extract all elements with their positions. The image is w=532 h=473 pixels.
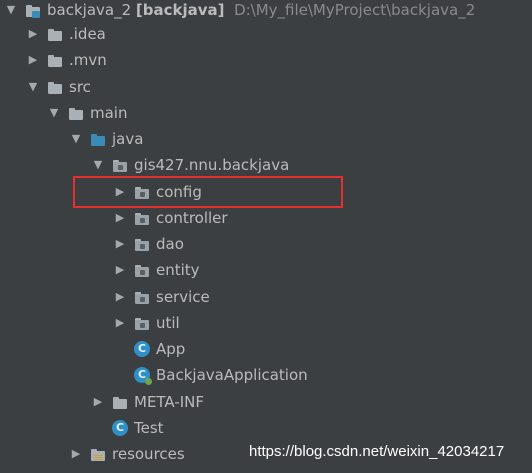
test-label: Test	[134, 419, 164, 437]
tree-node-resources[interactable]: ▶ resources	[68, 441, 185, 467]
package-icon	[134, 262, 150, 278]
meta-inf-label: META-INF	[134, 393, 205, 411]
tree-node-entity[interactable]: ▶ entity	[112, 257, 200, 283]
class-icon: C	[112, 420, 128, 436]
tree-node-dao[interactable]: ▶ dao	[112, 231, 184, 257]
tree-node-service[interactable]: ▶ service	[112, 284, 210, 310]
package-label: gis427.nnu.backjava	[134, 156, 290, 174]
tree-node-mvn[interactable]: ▶ .mvn	[25, 47, 107, 73]
expanded-arrow-icon[interactable]: ▼	[3, 2, 19, 18]
collapsed-arrow-icon[interactable]: ▶	[25, 52, 41, 68]
module-folder-icon	[25, 2, 41, 18]
tree-node-app[interactable]: C App	[112, 336, 185, 362]
collapsed-arrow-icon[interactable]: ▶	[112, 289, 128, 305]
project-tree-panel: ▼ backjava_2 [backjava] D:\My_file\MyPro…	[0, 0, 532, 473]
collapsed-arrow-icon[interactable]: ▶	[112, 262, 128, 278]
folder-icon	[47, 79, 63, 95]
app-label: App	[156, 340, 186, 358]
util-label: util	[156, 314, 180, 332]
idea-label: .idea	[69, 25, 106, 43]
collapsed-arrow-icon[interactable]: ▶	[25, 26, 41, 42]
tree-node-controller[interactable]: ▶ controller	[112, 205, 228, 231]
package-icon	[112, 157, 128, 173]
folder-icon	[47, 52, 63, 68]
mvn-label: .mvn	[69, 51, 107, 69]
watermark-text: https://blog.csdn.net/weixin_42034217	[249, 443, 505, 460]
resources-folder-icon	[90, 446, 106, 462]
src-label: src	[69, 78, 91, 96]
service-label: service	[156, 288, 210, 306]
tree-node-java[interactable]: ▼ java	[68, 126, 144, 152]
folder-icon	[112, 394, 128, 410]
class-icon: C	[134, 341, 150, 357]
collapsed-arrow-icon[interactable]: ▶	[112, 236, 128, 252]
tree-node-src[interactable]: ▼ src	[25, 74, 91, 100]
resources-label: resources	[112, 445, 185, 463]
tree-node-meta-inf[interactable]: ▶ META-INF	[90, 389, 204, 415]
package-icon	[134, 315, 150, 331]
tree-node-main[interactable]: ▼ main	[46, 100, 128, 126]
folder-icon	[47, 26, 63, 42]
folder-icon	[68, 105, 84, 121]
collapsed-arrow-icon[interactable]: ▶	[112, 210, 128, 226]
root-path: D:\My_file\MyProject\backjava_2	[234, 1, 476, 19]
package-icon	[134, 236, 150, 252]
java-label: java	[112, 130, 144, 148]
tree-node-util[interactable]: ▶ util	[112, 310, 180, 336]
entity-label: entity	[156, 261, 200, 279]
root-module: [backjava]	[135, 1, 225, 19]
tree-node-package[interactable]: ▼ gis427.nnu.backjava	[90, 152, 290, 178]
collapsed-arrow-icon[interactable]: ▶	[68, 446, 84, 462]
expanded-arrow-icon[interactable]: ▼	[90, 157, 106, 173]
root-name: backjava_2	[47, 1, 132, 19]
backjava-application-label: BackjavaApplication	[156, 366, 308, 384]
controller-label: controller	[156, 209, 228, 227]
main-label: main	[90, 104, 128, 122]
tree-node-backjava-application[interactable]: C BackjavaApplication	[112, 362, 308, 388]
collapsed-arrow-icon[interactable]: ▶	[112, 315, 128, 331]
highlight-box	[73, 176, 343, 208]
tree-node-test[interactable]: C Test	[90, 415, 164, 441]
dao-label: dao	[156, 235, 184, 253]
expanded-arrow-icon[interactable]: ▼	[68, 131, 84, 147]
collapsed-arrow-icon[interactable]: ▶	[90, 394, 106, 410]
package-icon	[134, 210, 150, 226]
package-icon	[134, 289, 150, 305]
tree-node-idea[interactable]: ▶ .idea	[25, 21, 106, 47]
spring-boot-class-icon: C	[134, 367, 152, 385]
tree-node-root[interactable]: ▼ backjava_2 [backjava] D:\My_file\MyPro…	[3, 0, 475, 23]
expanded-arrow-icon[interactable]: ▼	[25, 79, 41, 95]
source-folder-icon	[90, 131, 106, 147]
expanded-arrow-icon[interactable]: ▼	[46, 105, 62, 121]
